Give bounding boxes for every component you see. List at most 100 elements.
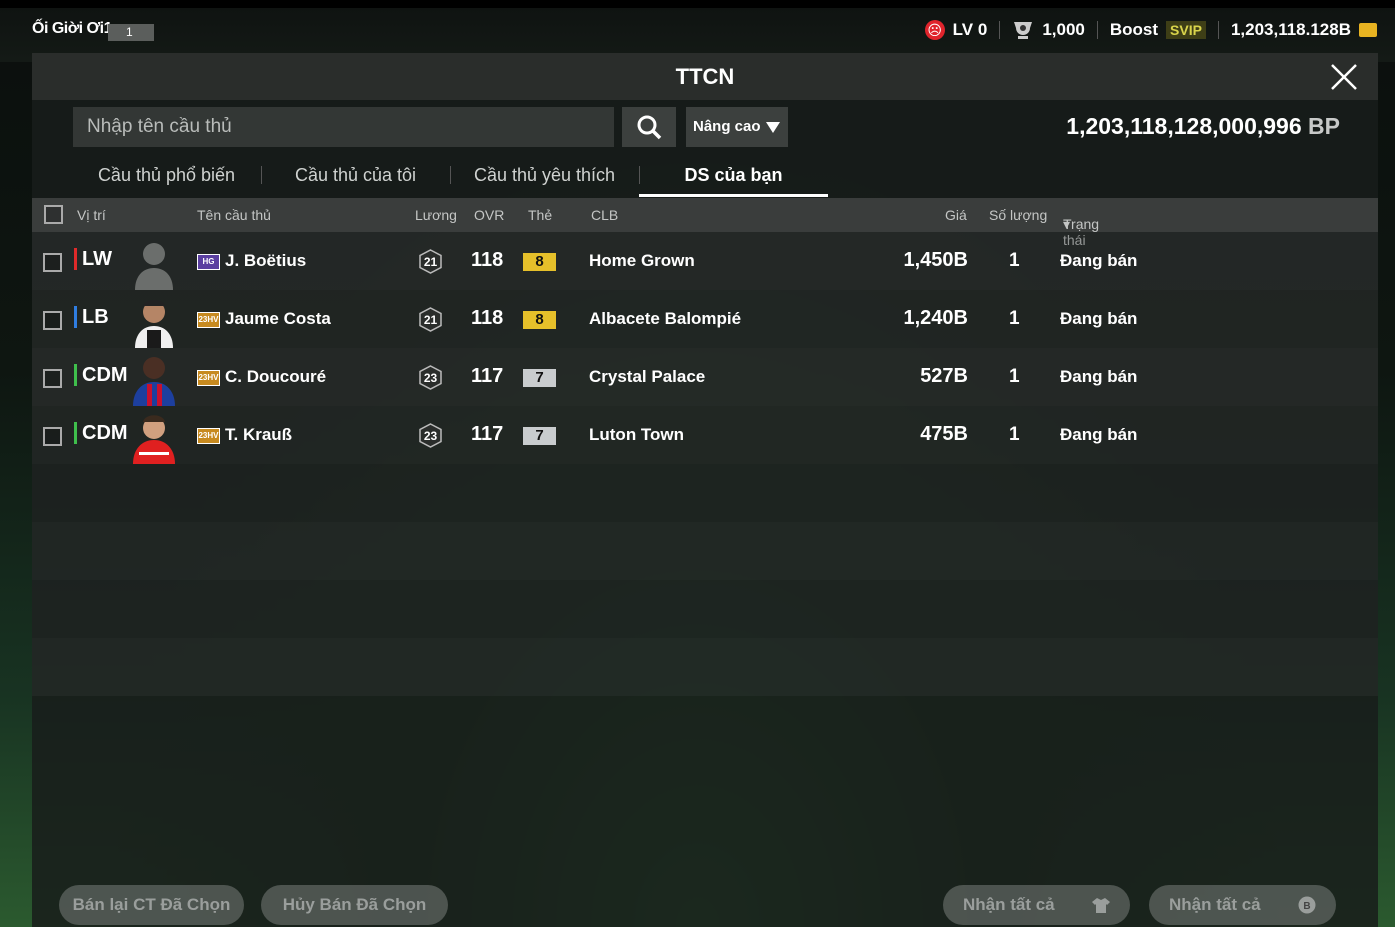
- tab-favorite-players[interactable]: Cầu thủ yêu thích: [450, 155, 639, 195]
- card-grade: 8: [523, 253, 556, 271]
- svg-text:B: B: [1303, 901, 1310, 912]
- sad-face-icon: ☹: [924, 20, 945, 40]
- player-name: C. Doucouré: [225, 367, 327, 386]
- player-position: LW: [74, 248, 112, 270]
- trophy-count: 1,000: [1042, 20, 1085, 39]
- player-ovr: 118: [471, 307, 504, 329]
- col-ovr[interactable]: OVR: [474, 207, 504, 223]
- search-button[interactable]: [622, 107, 676, 147]
- player-name: Jaume Costa: [225, 309, 331, 328]
- wage-value: 23: [424, 371, 438, 385]
- wage-badge: 23: [419, 365, 442, 390]
- advanced-filter-dropdown[interactable]: Nâng cao: [686, 107, 788, 147]
- col-price[interactable]: Giá: [945, 207, 967, 223]
- player-status: Đang bán: [1060, 367, 1138, 386]
- player-price: 1,450B: [903, 249, 969, 271]
- username: Ối Giời Ơi1: [32, 20, 112, 37]
- wage-badge: 21: [419, 307, 442, 332]
- table-header: Vị trí Tên cầu thủ Lương OVR Thẻ CLB Giá…: [32, 198, 1378, 248]
- close-icon[interactable]: [1330, 63, 1358, 91]
- player-name: J. Boëtius: [225, 251, 307, 270]
- sort-down-icon: ▾: [1063, 216, 1071, 232]
- bp-unit: BP: [1308, 113, 1340, 139]
- empty-row: [32, 638, 1378, 696]
- divider: [1096, 21, 1098, 39]
- cancel-sale-selected-button[interactable]: Hủy Bán Đã Chọn: [261, 885, 448, 925]
- table-row[interactable]: CDM 23HV T. Krauß 23 117 7 Luton Town 47…: [32, 406, 1378, 464]
- player-ovr: 117: [471, 423, 504, 445]
- empty-row: [32, 464, 1378, 522]
- player-ovr: 117: [471, 365, 504, 387]
- bp-balance: 1,203,118,128,000,996 BP: [1066, 113, 1340, 140]
- col-card[interactable]: Thẻ: [528, 207, 552, 223]
- player-status: Đang bán: [1060, 425, 1138, 444]
- player-status: Đang bán: [1060, 251, 1138, 270]
- tab-my-players[interactable]: Cầu thủ của tôi: [261, 155, 450, 195]
- col-club[interactable]: CLB: [591, 207, 618, 223]
- col-wage[interactable]: Lương: [415, 207, 457, 223]
- search-input[interactable]: [73, 107, 614, 147]
- svip-badge: SVIP: [1166, 21, 1206, 39]
- player-photo-avatar: [135, 300, 173, 348]
- tab-your-list[interactable]: DS của bạn: [639, 155, 828, 197]
- tab-bar: Cầu thủ phổ biến Cầu thủ của tôi Cầu thủ…: [72, 155, 828, 197]
- player-ovr: 118: [471, 249, 504, 271]
- card-grade: 7: [523, 427, 556, 445]
- divider: [999, 21, 1001, 39]
- wage-value: 23: [424, 429, 438, 443]
- table-row[interactable]: CDM 23HV C. Doucouré 23 117 7 Crystal Pa…: [32, 348, 1378, 406]
- player-price: 1,240B: [903, 307, 969, 329]
- player-photo-avatar: [133, 357, 175, 406]
- tab-popular-players[interactable]: Cầu thủ phổ biến: [72, 155, 261, 195]
- card-grade: 8: [523, 311, 556, 329]
- player-silhouette-avatar: [135, 243, 173, 290]
- empty-row: [32, 522, 1378, 580]
- claim-all-players-button[interactable]: Nhận tất cả: [943, 885, 1130, 925]
- row-checkbox[interactable]: [43, 369, 62, 388]
- player-price: 527B: [920, 365, 968, 387]
- col-quantity[interactable]: Số lượng: [989, 207, 1047, 223]
- player-status: Đang bán: [1060, 309, 1138, 328]
- account-badge: 1: [108, 24, 154, 41]
- empty-row: [32, 580, 1378, 638]
- wage-value: 21: [424, 255, 438, 269]
- player-quantity: 1: [1009, 366, 1020, 387]
- col-position[interactable]: Vị trí: [77, 207, 106, 223]
- coin-balance: 1,203,118.128B: [1230, 20, 1351, 39]
- row-checkbox[interactable]: [43, 253, 62, 272]
- bp-amount: 1,203,118,128,000,996: [1066, 113, 1302, 139]
- chevron-down-icon: [766, 122, 780, 133]
- transfer-market-panel: TTCN Nâng cao 1,203,118,128,000,996 BP C…: [32, 53, 1378, 927]
- level-label: LV 0: [952, 20, 988, 39]
- player-quantity: 1: [1009, 424, 1020, 445]
- player-club: Crystal Palace: [589, 367, 706, 386]
- wage-badge: 21: [419, 249, 442, 274]
- season-badge: 23HV: [197, 312, 220, 328]
- divider: [1217, 21, 1219, 39]
- advanced-filter-label: Nâng cao: [693, 118, 761, 135]
- top-stats: ☹ LV 0 1,000 Boost SVIP 1,203,118.128B: [924, 20, 1377, 40]
- wage-badge: 23: [419, 423, 442, 448]
- boost-label[interactable]: Boost: [1110, 20, 1158, 40]
- coin-icon: [1359, 23, 1377, 37]
- panel-title: TTCN: [675, 64, 735, 89]
- row-checkbox[interactable]: [43, 427, 62, 446]
- table-row[interactable]: LB 23HV Jaume Costa 21 118 8 Albacete Ba…: [32, 290, 1378, 348]
- col-name[interactable]: Tên cầu thủ: [197, 207, 271, 223]
- player-name: T. Krauß: [225, 425, 293, 444]
- select-all-checkbox[interactable]: [44, 205, 63, 224]
- claim-all-bp-button[interactable]: Nhận tất cả B: [1149, 885, 1336, 925]
- table-row[interactable]: LW HG J. Boëtius 21 118 8 Home Grown 1,4…: [32, 232, 1378, 290]
- player-photo-avatar: [133, 415, 175, 464]
- search-icon: [637, 115, 662, 140]
- season-badge: 23HV: [197, 370, 220, 386]
- resell-selected-button[interactable]: Bán lại CT Đã Chọn: [59, 885, 244, 925]
- player-club: Luton Town: [589, 425, 685, 444]
- player-position: CDM: [74, 422, 128, 444]
- bp-coin-icon: B: [1298, 896, 1316, 914]
- row-checkbox[interactable]: [43, 311, 62, 330]
- season-badge: 23HV: [197, 428, 220, 444]
- wage-value: 21: [424, 313, 438, 327]
- player-quantity: 1: [1009, 308, 1020, 329]
- card-grade: 7: [523, 369, 556, 387]
